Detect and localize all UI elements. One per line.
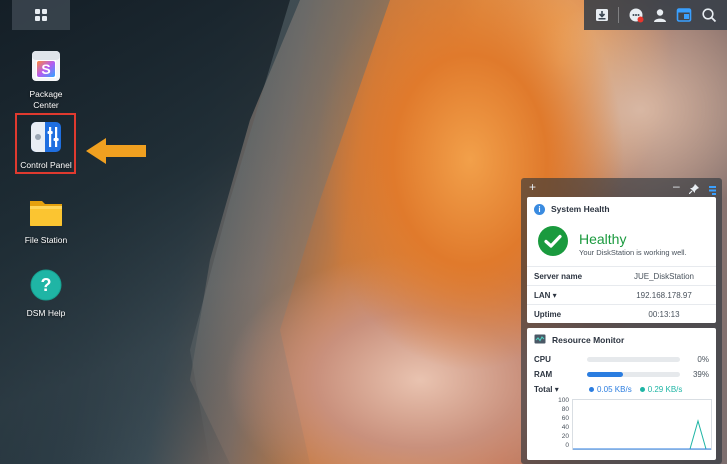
widget-title: System Health [551, 204, 610, 214]
tick-label: 100 [558, 397, 569, 404]
package-center-icon: S [27, 47, 65, 85]
notification-icon[interactable] [628, 7, 644, 23]
tick-label: 60 [561, 415, 569, 422]
main-menu-button[interactable] [12, 0, 70, 30]
arrow-left-icon [84, 136, 148, 166]
minimize-widget-button[interactable]: – [673, 179, 680, 193]
system-health-widget: i System Health Healthy Your DiskStation… [527, 197, 716, 323]
tick-label: 40 [561, 424, 569, 431]
health-status-text: Healthy [579, 230, 627, 247]
desktop-icon-dsm-help[interactable]: ? DSM Help [11, 266, 81, 319]
uptime-row: Uptime 00:13:13 [527, 304, 716, 323]
download-rate: 0.29 KB/s [647, 385, 683, 394]
cpu-bar [587, 357, 680, 362]
health-message: Your DiskStation is working well. [579, 247, 687, 257]
network-total-row: Total ▾ 0.05 KB/s 0.29 KB/s [527, 382, 716, 397]
upload-dot-icon [589, 387, 594, 392]
tick-label: 20 [561, 433, 569, 440]
desktop-icon-label: Package Center [29, 89, 63, 110]
monitor-icon [534, 334, 546, 346]
row-value: JUE_DiskStation [633, 271, 695, 281]
widget-panel: + – i System Health Healthy Your DiskSta… [521, 178, 722, 464]
resource-monitor-widget: Resource Monitor CPU 0% RAM 39% Total ▾ … [527, 328, 716, 460]
folder-icon [27, 193, 65, 231]
svg-text:?: ? [41, 275, 52, 295]
ram-row: RAM 39% [527, 367, 716, 382]
row-value: 00:13:13 [648, 309, 680, 319]
ram-label: RAM [534, 370, 553, 379]
widget-title: Resource Monitor [552, 335, 625, 345]
cpu-percent: 0% [697, 355, 709, 364]
system-tray [584, 0, 727, 30]
lan-row[interactable]: LAN ▾ 192.168.178.97 [527, 285, 716, 304]
widgets-icon[interactable] [676, 7, 692, 23]
tray-separator [618, 7, 620, 23]
desktop-icon-file-station[interactable]: File Station [11, 193, 81, 246]
info-icon: i [534, 203, 545, 215]
resource-monitor-header: Resource Monitor [527, 328, 716, 352]
main-menu-icon [35, 9, 47, 21]
help-icon: ? [27, 266, 65, 304]
tick-label: 80 [561, 406, 569, 413]
user-icon[interactable] [652, 7, 668, 23]
ram-bar-fill [587, 372, 624, 377]
cpu-label: CPU [534, 355, 551, 364]
total-dropdown[interactable]: Total ▾ [534, 385, 589, 394]
row-value: 192.168.178.97 [636, 290, 692, 300]
tick-label: 0 [565, 442, 569, 449]
control-panel-highlight-box [15, 113, 76, 174]
taskbar [0, 0, 727, 30]
system-health-header: i System Health [527, 197, 716, 221]
add-widget-button[interactable]: + [529, 180, 536, 194]
desktop-icon-package-center[interactable]: S Package Center [11, 47, 81, 111]
network-chart: 100 80 60 40 20 0 [533, 396, 712, 456]
cpu-row: CPU 0% [527, 352, 716, 367]
server-name-row: Server name JUE_DiskStation [527, 266, 716, 285]
ram-bar [587, 372, 680, 377]
widget-toolbar: + – [521, 178, 722, 196]
network-chart-plot [572, 399, 712, 450]
ram-percent: 39% [692, 370, 709, 379]
download-dot-icon [639, 387, 645, 392]
upload-rate: 0.05 KB/s [597, 385, 632, 394]
health-status: Healthy Your DiskStation is working well… [527, 221, 716, 266]
healthy-check-icon [537, 225, 569, 262]
row-key[interactable]: LAN ▾ [534, 291, 619, 300]
row-key: Uptime [534, 309, 562, 319]
desktop-icon-label: DSM Help [26, 308, 66, 318]
row-key: Server name [534, 271, 583, 281]
chart-tick-labels: 100 80 60 40 20 0 [555, 396, 569, 450]
svg-text:S: S [41, 61, 50, 77]
download-icon[interactable] [594, 7, 610, 23]
desktop-icon-label: File Station [24, 235, 68, 245]
search-icon[interactable] [701, 7, 717, 23]
